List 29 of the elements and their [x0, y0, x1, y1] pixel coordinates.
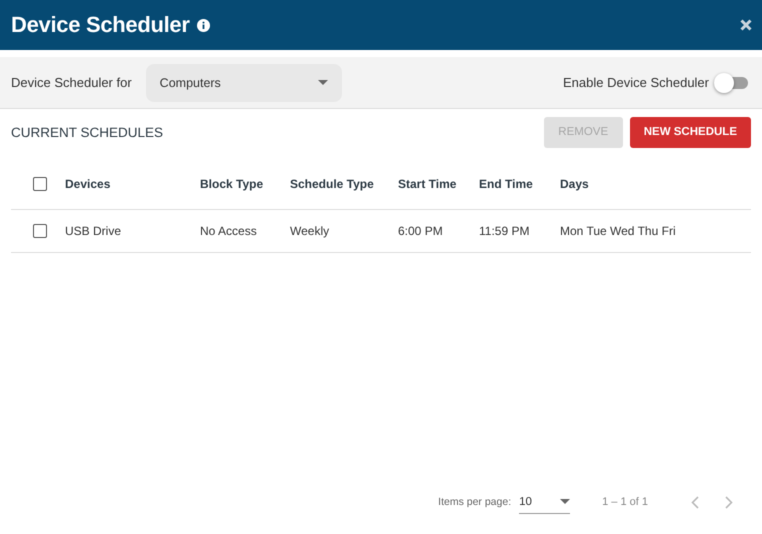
table-cell-text: 6:00 PM [398, 224, 444, 238]
caret-icon [318, 80, 328, 85]
chevron-left-icon [691, 496, 699, 508]
row-checkbox[interactable] [33, 224, 47, 238]
column-header: Block Type [200, 177, 264, 191]
table-cell-text: 11:59 PM [479, 224, 530, 238]
page-range: 1 – 1 of 1 [602, 496, 648, 508]
target-select[interactable]: Computers [146, 64, 342, 102]
table-cell-text: No Access [200, 224, 258, 238]
items-per-page-label: Items per page: [438, 496, 512, 508]
new-schedule-button[interactable]: NEW SCHEDULE [630, 116, 751, 148]
window-title: Device Scheduler [11, 12, 190, 38]
select-all-checkbox[interactable] [33, 177, 47, 191]
page-size-select[interactable]: 10 [519, 490, 570, 514]
table-cell-text: Mon Tue Wed Thu Fri [560, 224, 677, 238]
table-cell-text: Weekly [290, 224, 330, 238]
column-header: Start Time [398, 177, 458, 191]
info-icon [196, 18, 210, 32]
column-header: End Time [479, 177, 534, 191]
close-icon[interactable] [740, 19, 752, 31]
scheduler-for-label: Device Scheduler for [11, 75, 132, 90]
column-header: Days [560, 177, 590, 191]
chevron-right-icon [725, 496, 733, 508]
table-cell-text: USB Drive [65, 224, 122, 238]
column-header: Schedule Type [290, 177, 375, 191]
section-title: CURRENT SCHEDULES [11, 124, 164, 140]
toggle-label: Enable Device Scheduler [563, 75, 709, 90]
column-header: Devices [65, 177, 112, 191]
caret-icon [560, 499, 570, 504]
